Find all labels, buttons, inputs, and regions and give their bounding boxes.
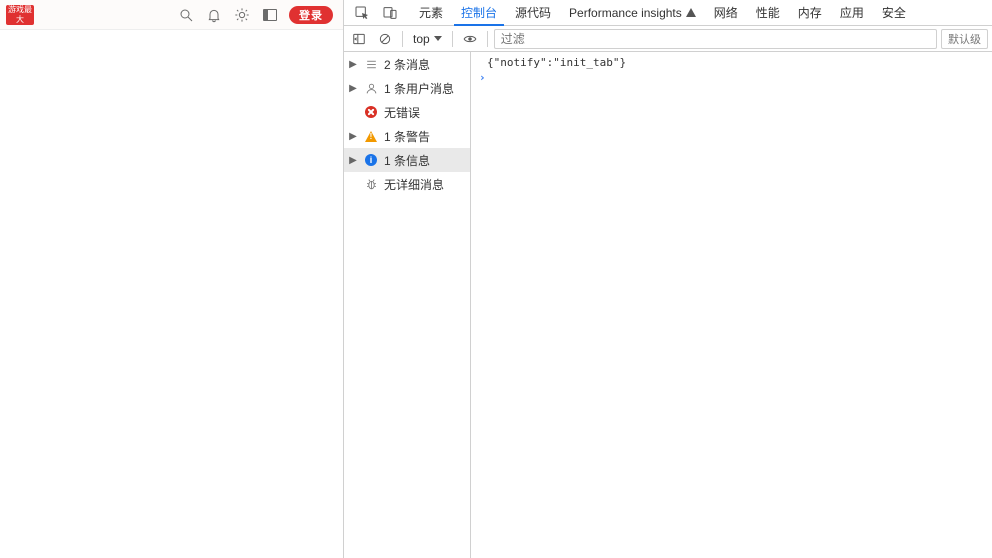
sidebar-item-info[interactable]: ▶ i 1 条信息 [344, 148, 470, 172]
clear-console-icon[interactable] [374, 28, 396, 50]
sidebar-label: 无错误 [384, 104, 466, 121]
user-icon [364, 81, 378, 95]
console-output[interactable]: {"notify":"init_tab"} › [471, 52, 992, 558]
sidebar-label: 2 条消息 [384, 56, 466, 73]
sidebar-item-errors[interactable]: 无错误 [344, 100, 470, 124]
app-header: 游戏最大 登录 [0, 0, 343, 30]
bug-icon [364, 177, 378, 191]
context-label: top [413, 32, 430, 46]
tab-security[interactable]: 安全 [873, 0, 915, 25]
sidebar-label: 1 条信息 [384, 152, 466, 169]
tab-network[interactable]: 网络 [705, 0, 747, 25]
tab-memory[interactable]: 内存 [789, 0, 831, 25]
warning-icon [364, 129, 378, 143]
live-expression-icon[interactable] [459, 28, 481, 50]
login-button[interactable]: 登录 [289, 6, 333, 24]
log-levels-button[interactable]: 默认级 [941, 29, 988, 49]
console-message[interactable]: {"notify":"init_tab"} [471, 52, 992, 71]
app-pane: 游戏最大 登录 [0, 0, 344, 558]
devtools-panel: 元素 控制台 源代码 Performance insights 网络 性能 内存… [344, 0, 992, 558]
filter-input[interactable] [494, 29, 937, 49]
context-selector[interactable]: top [409, 32, 446, 46]
console-message-text: {"notify":"init_tab"} [487, 56, 626, 69]
console-sidebar: ▶ 2 条消息 ▶ 1 条用户消息 无错误 [344, 52, 471, 558]
sidebar-item-verbose[interactable]: 无详细消息 [344, 172, 470, 196]
inspect-element-icon[interactable] [348, 0, 376, 25]
brand-logo[interactable]: 游戏最大 [6, 5, 34, 25]
sidebar-item-user-messages[interactable]: ▶ 1 条用户消息 [344, 76, 470, 100]
sun-icon[interactable] [233, 6, 251, 24]
bell-icon[interactable] [205, 6, 223, 24]
tab-elements[interactable]: 元素 [410, 0, 452, 25]
list-icon [364, 57, 378, 71]
flask-icon [686, 8, 696, 17]
search-icon[interactable] [177, 6, 195, 24]
prompt-chevron-icon: › [479, 71, 486, 84]
sidebar-item-messages[interactable]: ▶ 2 条消息 [344, 52, 470, 76]
info-icon: i [364, 153, 378, 167]
tab-sources[interactable]: 源代码 [506, 0, 560, 25]
console-input[interactable] [492, 71, 984, 84]
app-body [0, 30, 343, 558]
sidebar-item-warnings[interactable]: ▶ 1 条警告 [344, 124, 470, 148]
tab-performance-insights[interactable]: Performance insights [560, 0, 705, 25]
devtools-tabstrip: 元素 控制台 源代码 Performance insights 网络 性能 内存… [344, 0, 992, 26]
device-toggle-icon[interactable] [376, 0, 404, 25]
tab-performance[interactable]: 性能 [747, 0, 789, 25]
console-toolbar: top 默认级 [344, 26, 992, 52]
tab-console[interactable]: 控制台 [452, 0, 506, 25]
sidebar-label: 无详细消息 [384, 176, 466, 193]
chevron-right-icon: ▶ [348, 131, 358, 142]
panel-icon[interactable] [261, 6, 279, 24]
error-icon [364, 105, 378, 119]
chevron-right-icon: ▶ [348, 59, 358, 70]
console-prompt[interactable]: › [471, 71, 992, 84]
chevron-down-icon [434, 36, 442, 41]
toggle-sidebar-icon[interactable] [348, 28, 370, 50]
tab-label: Performance insights [569, 6, 682, 20]
sidebar-label: 1 条用户消息 [384, 80, 466, 97]
tab-application[interactable]: 应用 [831, 0, 873, 25]
chevron-right-icon: ▶ [348, 155, 358, 166]
chevron-right-icon: ▶ [348, 83, 358, 94]
sidebar-label: 1 条警告 [384, 128, 466, 145]
